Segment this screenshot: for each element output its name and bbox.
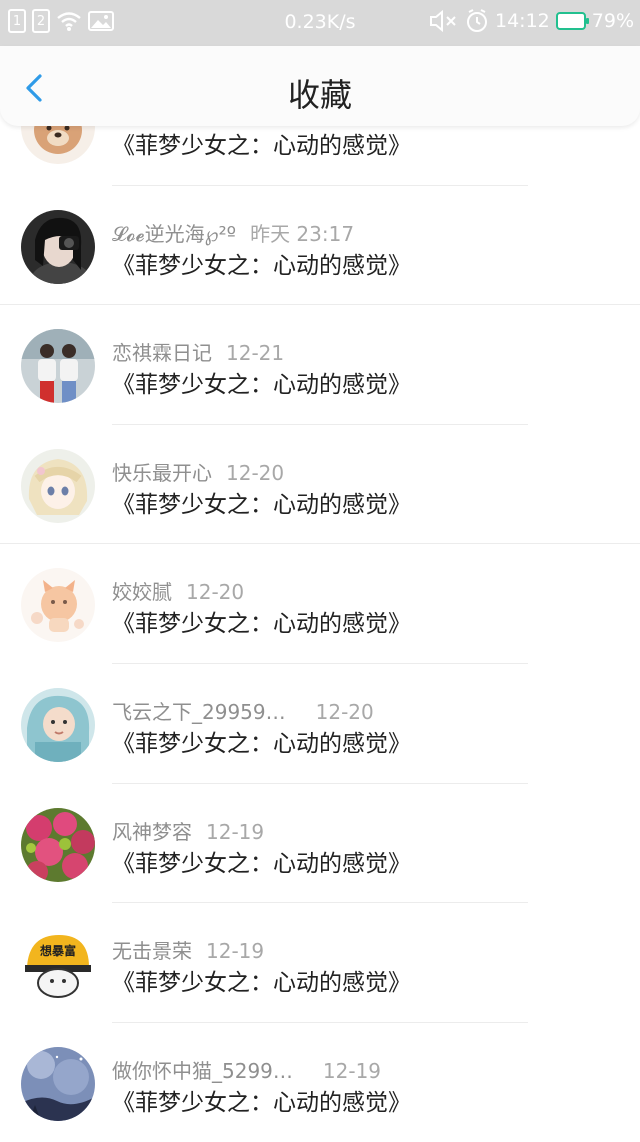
avatar[interactable]: 想暴富 <box>21 927 95 1002</box>
avatar-helmet-text: 想暴富 <box>39 943 76 958</box>
user-name[interactable]: 风神梦容 <box>112 820 192 844</box>
item-title[interactable]: 《菲梦少女之：心动的感觉》 <box>112 126 411 160</box>
item-meta: 无击景荣 12-19 <box>112 935 264 964</box>
user-name[interactable]: 姣姣腻 <box>112 580 172 604</box>
item-meta: 姣姣腻 12-20 <box>112 576 244 605</box>
item-title[interactable]: 《菲梦少女之：心动的感觉》 <box>112 604 411 638</box>
status-bar: 1 2 0.23K/s 14:12 79% <box>0 0 640 46</box>
helmet-cartoon-avatar-icon: 想暴富 <box>21 927 95 1002</box>
couple-avatar-icon <box>21 329 95 404</box>
avatar[interactable] <box>21 329 95 404</box>
item-time: 12-20 <box>186 580 245 605</box>
alarm-icon <box>467 9 487 32</box>
item-meta: 恋祺霖日记 12-21 <box>112 337 284 366</box>
item-meta: 𝓛𝓸𝓮逆光海℘²º 昨天 23:17 <box>112 218 354 247</box>
page-title: 收藏 <box>287 76 352 114</box>
list-item[interactable]: 做你怀中猫_5299… 12-19 《菲梦少女之：心动的感觉》 <box>0 1023 640 1142</box>
night-sky-avatar-icon <box>21 1046 95 1121</box>
item-time: 12-21 <box>226 341 285 366</box>
item-meta: 做你怀中猫_5299… 12-19 <box>112 1055 381 1084</box>
item-time: 12-19 <box>206 939 265 964</box>
clock: 14:12 <box>495 10 550 32</box>
battery-icon <box>555 12 589 30</box>
rambutan-avatar-icon <box>21 807 95 882</box>
user-name[interactable]: 𝓛𝓸𝓮逆光海℘²º <box>112 222 236 246</box>
avatar[interactable] <box>21 807 95 882</box>
baby-avatar-icon <box>21 687 95 762</box>
item-meta: 快乐最开心 12-20 <box>112 457 284 486</box>
item-title[interactable]: 《菲梦少女之：心动的感觉》 <box>112 365 411 399</box>
item-title[interactable]: 《菲梦少女之：心动的感觉》 <box>112 1083 411 1117</box>
item-title[interactable]: 《菲梦少女之：心动的感觉》 <box>112 485 411 519</box>
girl-camera-avatar-icon <box>21 209 95 284</box>
list-item[interactable]: 风神梦容 12-19 《菲梦少女之：心动的感觉》 <box>0 784 640 904</box>
item-time: 12-20 <box>315 699 374 724</box>
item-meta: 飞云之下_29959… 12-20 <box>112 696 374 725</box>
list-item[interactable]: 𝓛𝓸𝓮逆光海℘²º 昨天 23:17 《菲梦少女之：心动的感觉》 <box>0 186 640 306</box>
user-name[interactable]: 快乐最开心 <box>112 461 212 485</box>
list-item[interactable]: 快乐最开心 12-20 《菲梦少女之：心动的感觉》 <box>0 425 640 545</box>
item-time: 昨天 23:17 <box>250 221 355 246</box>
item-title[interactable]: 《菲梦少女之：心动的感觉》 <box>112 844 411 878</box>
list-item[interactable]: 恋祺霖日记 12-21 《菲梦少女之：心动的感觉》 <box>0 305 640 425</box>
list-item[interactable]: 想暴富 无击景荣 12-19 《菲梦少女之：心动的感觉》 <box>0 903 640 1023</box>
nav-bar: 收藏 <box>0 46 640 126</box>
user-name[interactable]: 无击景荣 <box>112 939 192 963</box>
avatar[interactable] <box>21 568 95 643</box>
list-item[interactable]: 飞云之下_29959… 12-20 《菲梦少女之：心动的感觉》 <box>0 664 640 784</box>
item-meta: 风神梦容 12-19 <box>112 816 264 845</box>
cat-drawing-avatar-icon <box>21 568 95 643</box>
battery-percent: 79% <box>591 10 634 32</box>
list-item[interactable]: 姣姣腻 12-20 《菲梦少女之：心动的感觉》 <box>0 544 640 664</box>
anime-girl-avatar-icon <box>21 448 95 523</box>
user-name[interactable]: 做你怀中猫_5299… <box>112 1059 293 1083</box>
item-time: 12-20 <box>226 460 285 485</box>
user-name[interactable]: 飞云之下_29959… <box>112 700 286 724</box>
avatar[interactable] <box>21 448 95 523</box>
avatar[interactable] <box>21 687 95 762</box>
favorites-list: 《菲梦少女之：心动的感觉》 𝓛𝓸𝓮逆光海℘²º 昨天 23:17 《菲梦少女之：心… <box>0 90 640 1142</box>
item-time: 12-19 <box>206 819 265 844</box>
item-title[interactable]: 《菲梦少女之：心动的感觉》 <box>112 246 411 280</box>
item-time: 12-19 <box>322 1058 382 1083</box>
avatar[interactable] <box>21 1046 95 1121</box>
avatar[interactable] <box>21 209 95 284</box>
user-name[interactable]: 恋祺霖日记 <box>112 341 212 365</box>
status-right-icons: 14:12 79% <box>429 9 634 33</box>
item-title[interactable]: 《菲梦少女之：心动的感觉》 <box>112 963 411 997</box>
mute-icon <box>430 9 456 33</box>
item-title[interactable]: 《菲梦少女之：心动的感觉》 <box>112 724 411 758</box>
